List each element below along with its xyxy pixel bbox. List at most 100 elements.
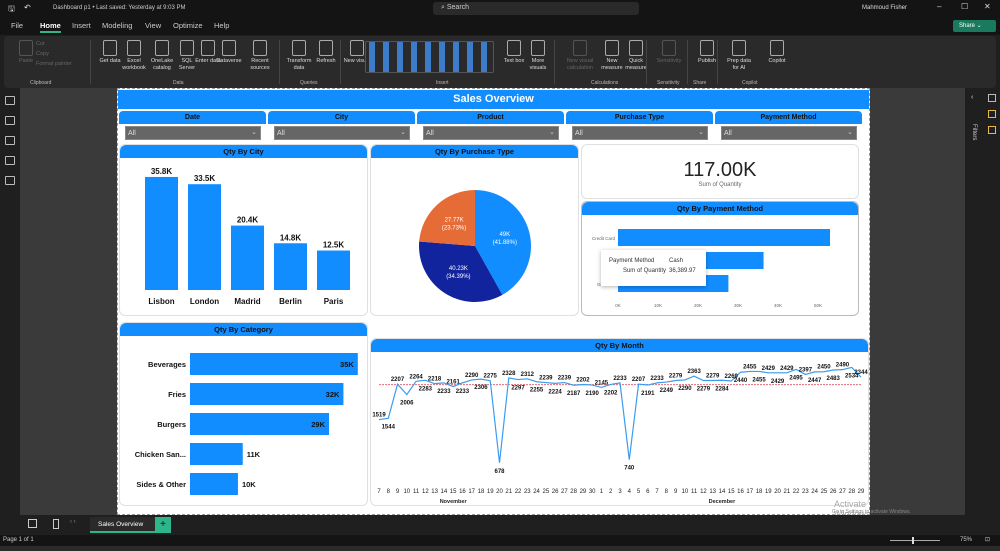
tab-optimize[interactable]: Optimize [173,21,203,30]
button-label: New measure [601,58,623,71]
more-visuals-button[interactable]: More visuals [524,40,552,71]
tab-insert[interactable]: Insert [72,21,91,30]
data-label: 2450 [817,365,831,371]
x-tick-label: 14 [441,489,448,495]
button-label: Copilot [768,58,786,64]
x-tick-label: 3 [618,489,622,495]
format-painter-button[interactable]: Format painter [36,61,72,68]
document-title[interactable]: Dashboard p1 • Last saved: Yesterday at … [53,5,186,11]
slicer-dropdown-date[interactable]: All ⌄ [125,126,261,140]
tab-file[interactable]: File [11,21,23,30]
x-tick-label: 8 [387,489,391,495]
tmdl-view-icon[interactable] [5,176,15,185]
x-tick-label: 26 [552,489,559,495]
data-label: 2363 [687,369,701,375]
tab-view[interactable]: View [145,21,161,30]
slicer-dropdown-product[interactable]: All ⌄ [423,126,559,140]
onelake-catalog-icon [155,40,169,56]
menu-tabs: File Home Insert Modeling View Optimize … [0,17,1000,35]
collapse-icon[interactable]: ‹ [971,94,973,101]
add-page-button[interactable]: + [155,517,171,533]
search-box[interactable]: ⌕ Search [433,2,639,15]
maximize-icon[interactable]: ☐ [961,2,968,11]
x-tick-label: 8 [665,489,669,495]
card-title: Qty By City [120,145,367,158]
undo-icon[interactable]: ↶ [24,3,31,12]
new-visual-icon [350,40,364,56]
divider [717,40,718,84]
refresh-button[interactable]: Refresh [312,40,340,65]
cut-button[interactable]: Cut [36,41,45,48]
x-tick-label: 12 [422,489,429,495]
x-tick-label: 10 [682,489,689,495]
visuals-gallery[interactable] [365,41,494,73]
group-label: Calculations [591,80,619,86]
close-icon[interactable]: ✕ [984,2,991,11]
excel-workbook-button[interactable]: Excel workbook [120,40,148,71]
share-label: Share [959,23,976,29]
slice-percent: (23.73%) [442,225,466,231]
qty-by-purchase-type-card: Qty By Purchase Type 49K (41.88%) 40.23K (3… [370,144,579,316]
data-label: 2290 [465,373,479,379]
desktop-layout-icon[interactable] [28,519,37,528]
new-visual-calculation-button[interactable]: New visual calculation [566,40,594,71]
x-tick-label: 50K [814,303,822,308]
slicer-dropdown-purchase-type[interactable]: All ⌄ [572,126,708,140]
sensitivity-button[interactable]: Sensitivity [655,40,683,65]
bar-category [190,353,358,375]
dax-query-icon[interactable] [5,156,15,165]
transform-data-button[interactable]: Transform data [285,40,313,71]
slicer-dropdown-city[interactable]: All ⌄ [274,126,410,140]
data-label: 2297 [511,386,525,392]
dataverse-button[interactable]: Dataverse [215,40,243,65]
divider [279,40,280,84]
filters-pane-label[interactable]: Filters [971,124,977,140]
format-pane-icon[interactable] [988,126,996,134]
excel-workbook-icon [127,40,141,56]
data-label: 32K [326,390,340,399]
user-name[interactable]: Mahmoud Fisher [862,5,907,11]
tab-modeling[interactable]: Modeling [102,21,132,30]
data-label: 2233 [613,376,627,382]
tab-help[interactable]: Help [214,21,229,30]
card-title: Qty By Month [371,339,868,352]
card-title: Qty By Category [120,323,367,336]
minimize-icon[interactable]: – [937,2,941,11]
table-view-icon[interactable] [5,116,15,125]
filters-pane[interactable]: Filters ‹ [965,88,1000,515]
x-tick-label: 18 [756,489,763,495]
zoom-slider-thumb[interactable] [912,537,914,544]
data-label: 2279 [697,387,711,393]
report-canvas: Sales Overview Date All ⌄ City All ⌄ Product Al… [20,88,965,519]
group-label: Sensitivity [657,80,680,86]
new-visual-calculation-icon [573,40,587,56]
x-tick-label: 1 [600,489,604,495]
model-view-icon[interactable] [5,136,15,145]
visualizations-pane-icon[interactable] [988,110,996,118]
report-view-icon[interactable] [5,96,15,105]
copy-button[interactable]: Copy [36,51,49,58]
data-label: 2455 [752,377,766,383]
x-tick-label: 23 [802,489,809,495]
x-tick-label: 19 [765,489,772,495]
data-pane-icon[interactable] [988,94,996,102]
mobile-layout-icon[interactable] [53,519,59,529]
page-tab-sales-overview[interactable]: Sales Overview [90,517,155,533]
status-bar: Page 1 of 1 75% ⊡ [0,535,1000,546]
prep-data-for-ai-button[interactable]: Prep data for AI [725,40,753,71]
qty-by-city-chart: 35.8K Lisbon 33.5K London 20.4K Madrid 14.8K Be… [145,167,350,306]
button-label: Transform data [286,58,312,71]
copilot-button[interactable]: Copilot [763,40,791,65]
recent-sources-button[interactable]: Recent sources [246,40,274,71]
onelake-catalog-button[interactable]: OneLake catalog [148,40,176,71]
page-nav-arrows[interactable]: ‹ › [70,519,76,525]
tab-home[interactable]: Home [40,21,61,33]
slicer-dropdown-payment-method[interactable]: All ⌄ [721,126,857,140]
fit-to-page-icon[interactable]: ⊡ [985,536,990,543]
data-label: 2429 [780,366,794,372]
save-icon[interactable]: 🖫 [8,3,15,17]
zoom-slider[interactable] [890,540,940,541]
group-label: Clipboard [30,80,52,86]
x-tick-label: 14 [719,489,726,495]
share-button[interactable]: Share ⌄ [953,20,996,32]
